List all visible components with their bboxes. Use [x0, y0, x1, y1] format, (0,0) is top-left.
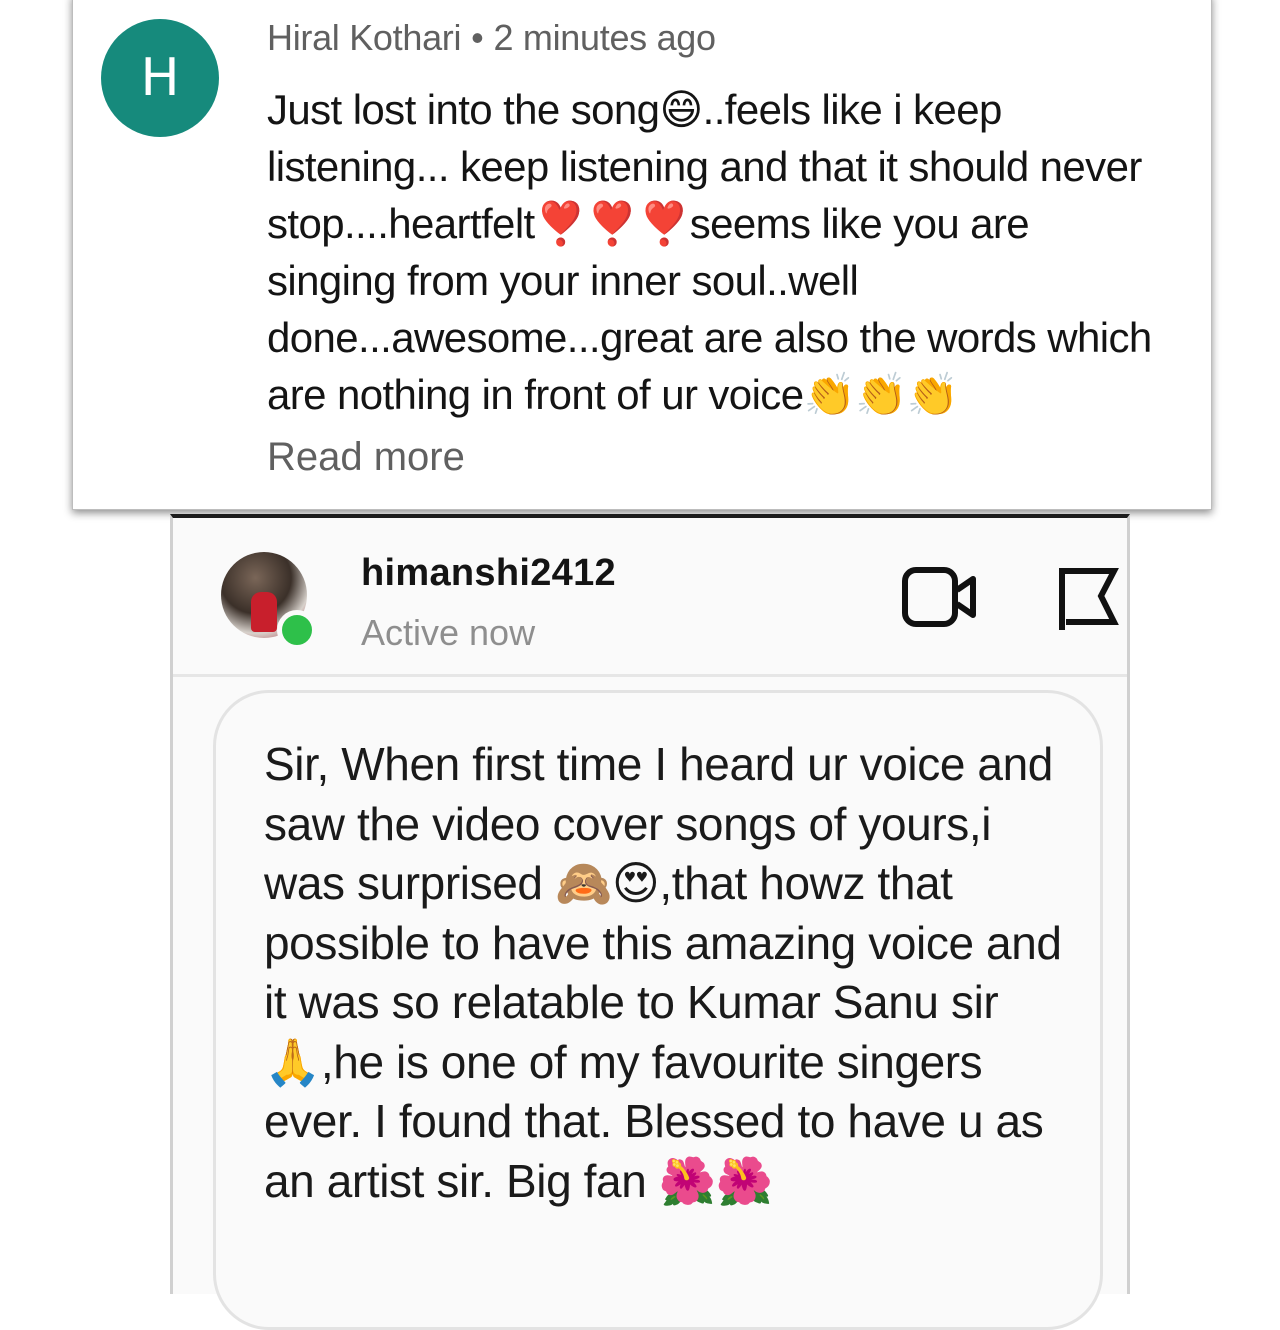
video-call-icon[interactable] [901, 566, 981, 633]
comment-card: H Hiral Kothari • 2 minutes ago Just lost … [72, 0, 1212, 510]
meta-separator: • [471, 17, 484, 58]
dm-active-status: Active now [361, 612, 536, 653]
avatar-photo [251, 592, 277, 632]
message-bubble: Sir, When first time I heard ur voice an… [213, 690, 1103, 1330]
comment-author[interactable]: Hiral Kothari [267, 17, 461, 58]
message-text: Sir, When first time I heard ur voice an… [264, 738, 1062, 1207]
dm-card: himanshi2412 Active now Sir, When first … [170, 514, 1130, 1330]
comment-time[interactable]: 2 minutes ago [493, 17, 716, 58]
comment-meta: Hiral Kothari • 2 minutes ago [267, 17, 716, 59]
flag-icon[interactable] [1057, 566, 1121, 637]
read-more-link[interactable]: Read more [267, 435, 465, 480]
author-avatar[interactable]: H [101, 19, 219, 137]
online-status-dot [277, 610, 317, 650]
dm-header: himanshi2412 Active now [173, 518, 1127, 677]
dm-username[interactable]: himanshi2412 [361, 552, 616, 595]
comment-text: Just lost into the song😄..feels like i k… [267, 86, 1152, 418]
avatar-letter: H [140, 48, 180, 108]
